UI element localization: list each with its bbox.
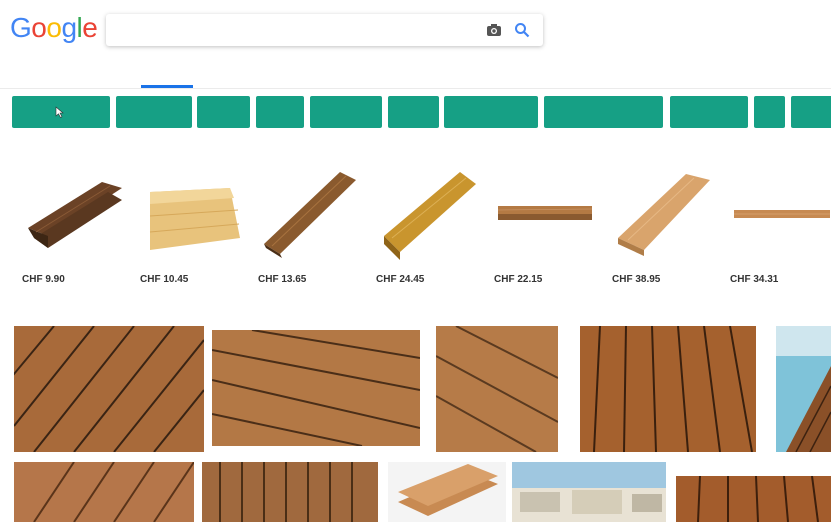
product-image[interactable] [142,166,242,260]
product-card[interactable]: CHF 34.31 [726,160,831,305]
product-card[interactable]: CHF 38.95 [608,160,720,305]
chip[interactable] [12,96,110,128]
image-result[interactable] [14,326,204,452]
product-image[interactable] [732,166,831,260]
cursor-icon [55,106,64,118]
product-card[interactable]: CHF 22.15 [490,160,602,305]
image-result[interactable] [676,476,831,522]
chip[interactable] [197,96,250,128]
chip[interactable] [754,96,785,128]
image-result[interactable] [212,330,420,446]
product-image[interactable] [496,166,596,260]
chip[interactable] [388,96,439,128]
chip[interactable] [444,96,538,128]
search-box[interactable] [106,14,543,46]
chip[interactable] [791,96,831,128]
product-image[interactable] [614,166,714,260]
product-price: CHF 34.31 [730,274,779,285]
google-logo[interactable]: Google [10,12,98,44]
product-image[interactable] [24,166,124,260]
image-result[interactable] [14,462,194,522]
product-card[interactable]: CHF 9.90 [18,160,130,305]
search-icon[interactable] [514,22,530,38]
image-result[interactable] [388,462,506,522]
product-price: CHF 24.45 [376,274,425,285]
chip[interactable] [116,96,192,128]
image-result[interactable] [776,326,831,452]
product-price: CHF 13.65 [258,274,307,285]
image-result[interactable] [202,462,378,522]
product-image[interactable] [260,166,360,260]
product-price: CHF 38.95 [612,274,661,285]
related-chips [0,96,831,128]
product-price: CHF 10.45 [140,274,189,285]
product-card[interactable]: CHF 10.45 [136,160,248,305]
product-image[interactable] [378,166,478,260]
image-result[interactable] [436,326,558,452]
camera-icon[interactable] [486,22,502,38]
chip[interactable] [256,96,304,128]
product-price: CHF 9.90 [22,274,65,285]
product-card[interactable]: CHF 13.65 [254,160,366,305]
chip[interactable] [544,96,663,128]
product-card[interactable]: CHF 24.45 [372,160,484,305]
chip[interactable] [670,96,748,128]
image-result[interactable] [580,326,756,452]
header-divider [0,88,831,89]
search-tabs [0,62,831,88]
image-result[interactable] [512,462,666,522]
product-price: CHF 22.15 [494,274,543,285]
chip[interactable] [310,96,382,128]
